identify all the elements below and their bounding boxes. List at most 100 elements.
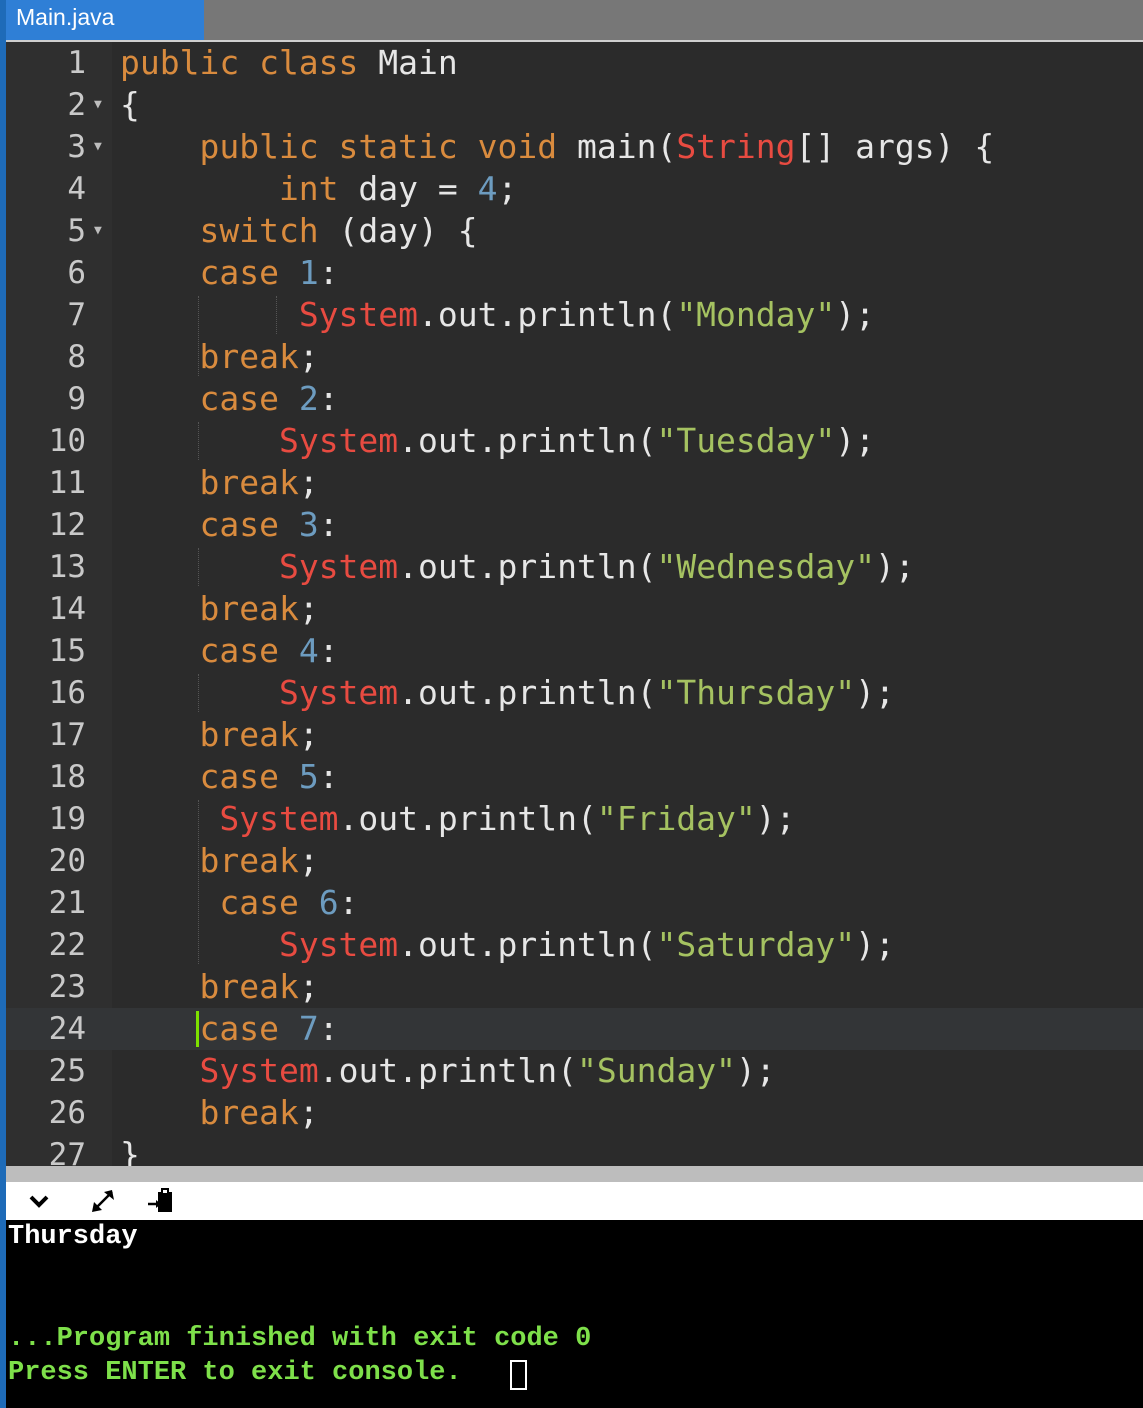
code-token: : [318,757,339,796]
code-line[interactable]: 23 break; [6,966,1143,1008]
code-token: break [120,967,299,1006]
code-line[interactable]: 9 case 2: [6,378,1143,420]
fold-arrow-icon[interactable]: ▼ [94,84,102,126]
code-line[interactable]: 24 case 7: [6,1008,1143,1050]
code-token: case [120,757,299,796]
horizontal-scrollbar[interactable] [6,1166,1143,1182]
code-line[interactable]: 13 System.out.println("Wednesday"); [6,546,1143,588]
code-text: System.out.println("Wednesday"); [120,546,915,588]
code-line[interactable]: 14 break; [6,588,1143,630]
code-token: case [120,1009,299,1048]
code-line[interactable]: 19 System.out.println("Friday"); [6,798,1143,840]
code-line[interactable]: 6 case 1: [6,252,1143,294]
code-line[interactable]: 17 break; [6,714,1143,756]
line-number: 3 [67,129,86,165]
code-token: "Monday" [676,295,836,334]
code-text: break; [120,336,318,378]
code-token: public class [120,43,379,82]
code-token: "Saturday" [656,925,856,964]
code-token: System [199,1051,319,1090]
code-line[interactable]: 3 ▼ public static void main(String[] args… [6,126,1143,168]
fold-arrow-icon[interactable]: ▼ [94,210,102,252]
output-console[interactable]: Thursday ...Program finished with exit c… [6,1220,1143,1408]
code-token: .out.println( [318,1051,577,1090]
code-token: "Friday" [596,799,756,838]
code-line[interactable]: 15 case 4: [6,630,1143,672]
code-text: case 7: [120,1008,338,1050]
line-number: 27 [48,1137,86,1166]
code-token: break [120,1093,299,1132]
code-text: case 1: [120,252,338,294]
code-text: public class Main [120,42,458,84]
code-editor[interactable]: 1 public class Main 2 ▼{3 ▼ public static vo… [6,42,1143,1166]
code-line[interactable]: 7 System.out.println("Monday"); [6,294,1143,336]
code-token: case [120,883,319,922]
code-token: System [219,799,339,838]
code-token: System [278,421,399,460]
code-line[interactable]: 12 case 3: [6,504,1143,546]
code-text: int day = 4; [120,168,517,210]
code-text: public static void main(String[] args) { [120,126,994,168]
code-line[interactable]: 11 break; [6,462,1143,504]
code-line[interactable]: 2 ▼ { [6,84,1143,126]
code-line[interactable]: 22 System.out.println("Saturday"); [6,924,1143,966]
line-number: 18 [48,759,86,795]
code-token: .out.println( [398,925,657,964]
code-text: break; [120,462,319,504]
code-text: case 6: [120,882,358,924]
code-token: 7 [298,1009,319,1048]
line-number: 6 [67,255,86,291]
indent-guide [198,296,199,376]
code-line[interactable]: 1 public class Main [6,42,1143,84]
indent-guide [198,548,199,586]
code-line[interactable]: 26 break; [6,1092,1143,1134]
code-line[interactable]: 18 case 5: [6,756,1143,798]
file-tab-main-java[interactable]: Main.java [6,0,204,40]
clipboard-copy-icon[interactable] [146,1186,176,1216]
code-line[interactable]: 4 int day = 4; [6,168,1143,210]
code-line[interactable]: 16 System.out.println("Thursday"); [6,672,1143,714]
line-number: 22 [48,927,86,963]
code-token: break [120,841,299,880]
code-token: switch [120,211,339,250]
code-token: System [278,547,399,586]
code-line[interactable]: 27} [6,1134,1143,1166]
chevron-down-icon[interactable] [24,1186,54,1216]
code-token: int [120,169,359,208]
line-number: 16 [48,675,86,711]
code-token: String [676,127,796,166]
code-token: public static void [120,127,577,166]
code-token: .out.println( [398,673,657,712]
fold-arrow-icon[interactable]: ▼ [94,126,102,168]
code-text: switch (day) { [120,210,477,252]
code-text: case 2: [120,378,339,420]
code-token: break [120,337,299,376]
line-number: 19 [48,801,86,837]
code-token: ); [875,547,915,586]
code-token: 2 [298,379,319,418]
code-line[interactable]: 5 ▼ switch (day) { [6,210,1143,252]
line-number: 9 [67,381,86,417]
code-line[interactable]: 21 case 6: [6,882,1143,924]
indent-guide [198,422,199,460]
expand-arrows-icon[interactable] [88,1186,118,1216]
code-token: case [120,631,299,670]
code-token: "Wednesday" [656,547,875,586]
indent-guide [198,674,199,712]
line-number: 12 [48,507,86,543]
code-line[interactable]: 10 System.out.println("Tuesday"); [6,420,1143,462]
code-line[interactable]: 8 break; [6,336,1143,378]
code-token: ); [755,799,796,838]
code-token: : [318,379,339,418]
code-line[interactable]: 25 System.out.println("Sunday"); [6,1050,1143,1092]
code-line[interactable]: 20 break; [6,840,1143,882]
code-token: : [338,883,359,922]
code-token: { [120,85,140,124]
code-token: 6 [318,883,339,922]
code-token: ; [298,463,319,502]
code-token: Main [378,43,458,82]
